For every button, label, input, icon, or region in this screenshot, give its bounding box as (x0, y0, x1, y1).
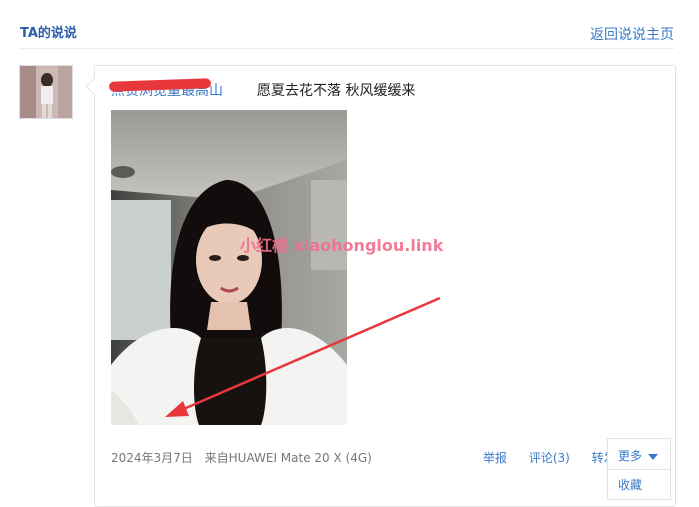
avatar[interactable] (19, 65, 73, 119)
section-title: TA的说说 (20, 26, 77, 41)
more-menu: 收藏 (607, 470, 671, 500)
comment-link[interactable]: 评论(3) (529, 451, 570, 465)
more-button[interactable]: 更多 (607, 438, 671, 470)
post-source: 来自HUAWEI Mate 20 X (4G) (204, 451, 372, 465)
more-menu-item[interactable]: 收藏 (618, 478, 642, 492)
annotation-arrow (165, 296, 441, 417)
header-divider (20, 48, 674, 49)
post-meta: 2024年3月7日 来自HUAWEI Mate 20 X (4G) (111, 449, 380, 466)
back-to-feed-link[interactable]: 返回说说主页 (590, 24, 674, 44)
report-link[interactable]: 举报 (483, 451, 507, 465)
caret-down-icon (648, 453, 659, 460)
top-bar: TA的说说 返回说说主页 (0, 0, 699, 48)
post-actions: 举报 评论(3) 转发 (483, 449, 616, 466)
post-card: 点赞浏览量最高山 愿夏去花不落 秋风缓缓来 小红楼 xiaohonglou.li… (85, 65, 676, 507)
post-date: 2024年3月7日 (111, 451, 193, 465)
watermark: 小红楼 xiaohonglou.link (240, 236, 444, 255)
more-label: 更多 (618, 449, 643, 463)
